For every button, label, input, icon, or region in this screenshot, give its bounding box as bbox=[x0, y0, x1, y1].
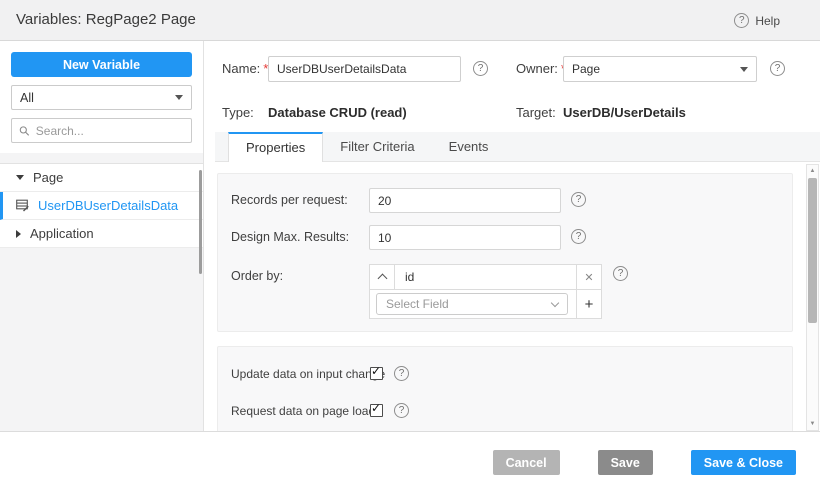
variables-dialog: Variables: RegPage2 Page ? Help New Vari… bbox=[0, 0, 820, 486]
tree-node-label: Application bbox=[30, 226, 94, 241]
variable-type-filter[interactable]: All bbox=[11, 85, 192, 110]
target-value: UserDB/UserDetails bbox=[563, 100, 686, 126]
tree-node-page[interactable]: Page bbox=[0, 164, 203, 192]
help-circle-icon: ? bbox=[734, 13, 749, 28]
add-order-field-button[interactable]: + bbox=[576, 290, 601, 318]
scroll-down-arrow-icon[interactable]: ▼ bbox=[807, 418, 818, 430]
order-by-row: id ✕ bbox=[370, 265, 601, 290]
update-on-input-change-checkbox[interactable]: ✓ bbox=[370, 367, 383, 380]
variables-tree: Page UserDBUserDetailsData Application bbox=[0, 163, 203, 248]
caret-down-icon bbox=[16, 175, 24, 180]
dropdown-arrow-icon bbox=[740, 67, 748, 72]
search-box bbox=[11, 118, 192, 143]
search-input[interactable] bbox=[36, 124, 184, 138]
tree-node-label: Page bbox=[33, 170, 63, 185]
target-label: Target: bbox=[516, 100, 556, 126]
name-input[interactable] bbox=[268, 56, 461, 82]
owner-select[interactable]: Page bbox=[563, 56, 757, 82]
save-button[interactable]: Save bbox=[598, 450, 653, 475]
checkbox-label: Request data on page load bbox=[231, 404, 370, 418]
sidebar-scrollbar-thumb[interactable] bbox=[199, 170, 202, 274]
tree-node-label: UserDBUserDetailsData bbox=[38, 198, 178, 213]
help-label: Help bbox=[755, 14, 780, 28]
help-button[interactable]: ? Help bbox=[734, 13, 780, 28]
tab-properties[interactable]: Properties bbox=[228, 132, 323, 162]
sort-direction-button[interactable] bbox=[370, 265, 395, 289]
question-circle-icon[interactable]: ? bbox=[394, 403, 409, 418]
variables-sidebar: New Variable All Page bbox=[0, 41, 204, 431]
tab-events[interactable]: Events bbox=[432, 132, 506, 161]
check-icon: ✓ bbox=[371, 364, 381, 378]
save-and-close-button[interactable]: Save & Close bbox=[691, 450, 796, 475]
properties-tab-content: Records per request: ? Design Max. Resul… bbox=[215, 162, 820, 431]
question-circle-icon[interactable]: ? bbox=[571, 192, 586, 207]
request-on-page-load-row: Request data on page load ✓ ? bbox=[231, 403, 409, 418]
dialog-footer: Cancel Save Save & Close bbox=[0, 431, 820, 486]
check-icon: ✓ bbox=[371, 401, 381, 415]
question-circle-icon[interactable]: ? bbox=[770, 61, 785, 76]
select-field-dropdown[interactable]: Select Field bbox=[376, 293, 568, 315]
add-icon: + bbox=[585, 296, 594, 313]
owner-label: Owner:* bbox=[516, 56, 566, 82]
select-field-placeholder: Select Field bbox=[386, 297, 449, 311]
records-per-request-label: Records per request: bbox=[231, 188, 348, 213]
order-by-label: Order by: bbox=[231, 264, 283, 289]
variable-detail-panel: Name:* ? Owner:* Page ? Type: Database C… bbox=[215, 41, 820, 431]
dialog-header: Variables: RegPage2 Page ? Help bbox=[0, 0, 820, 41]
new-variable-button[interactable]: New Variable bbox=[11, 52, 192, 77]
content-scrollbar[interactable]: ▲ ▼ bbox=[806, 164, 819, 431]
filter-value: All bbox=[20, 91, 34, 105]
database-variable-icon bbox=[16, 199, 29, 212]
sidebar-controls: New Variable All bbox=[0, 41, 203, 153]
records-per-request-input[interactable] bbox=[369, 188, 561, 213]
tree-node-application[interactable]: Application bbox=[0, 220, 203, 248]
tree-node-variable-selected[interactable]: UserDBUserDetailsData bbox=[0, 192, 203, 220]
chevron-up-icon bbox=[377, 274, 387, 284]
name-label: Name:* bbox=[222, 56, 268, 82]
type-value: Database CRUD (read) bbox=[268, 100, 407, 126]
tab-filter-criteria[interactable]: Filter Criteria bbox=[323, 132, 431, 161]
dropdown-arrow-icon bbox=[175, 95, 183, 100]
add-order-field-row: Select Field + bbox=[370, 290, 601, 318]
order-by-widget: id ✕ Select Field + bbox=[369, 264, 602, 319]
remove-icon: ✕ bbox=[584, 271, 593, 284]
design-max-results-label: Design Max. Results: bbox=[231, 225, 349, 250]
chevron-down-icon bbox=[551, 299, 559, 307]
remove-order-field-button[interactable]: ✕ bbox=[576, 265, 601, 289]
page-title: Variables: RegPage2 Page bbox=[16, 0, 196, 40]
question-circle-icon[interactable]: ? bbox=[571, 229, 586, 244]
question-circle-icon[interactable]: ? bbox=[394, 366, 409, 381]
footer-buttons: Cancel Save Save & Close bbox=[493, 450, 796, 475]
type-label: Type: bbox=[222, 100, 254, 126]
update-on-input-change-row: Update data on input change ✓ ? bbox=[231, 366, 409, 381]
search-icon bbox=[19, 125, 30, 137]
order-by-field: id bbox=[395, 265, 576, 289]
detail-tabbar: Properties Filter Criteria Events bbox=[215, 132, 820, 162]
checkbox-label: Update data on input change bbox=[231, 367, 370, 381]
owner-value: Page bbox=[572, 62, 600, 76]
request-settings-group: Records per request: ? Design Max. Resul… bbox=[217, 173, 793, 332]
caret-right-icon bbox=[16, 230, 21, 238]
behavior-settings-group: Update data on input change ✓ ? Request … bbox=[217, 346, 793, 431]
content-scrollbar-thumb[interactable] bbox=[808, 178, 817, 323]
cancel-button[interactable]: Cancel bbox=[493, 450, 560, 475]
scroll-up-arrow-icon[interactable]: ▲ bbox=[807, 165, 818, 177]
question-circle-icon[interactable]: ? bbox=[473, 61, 488, 76]
request-on-page-load-checkbox[interactable]: ✓ bbox=[370, 404, 383, 417]
design-max-results-input[interactable] bbox=[369, 225, 561, 250]
question-circle-icon[interactable]: ? bbox=[613, 266, 628, 281]
